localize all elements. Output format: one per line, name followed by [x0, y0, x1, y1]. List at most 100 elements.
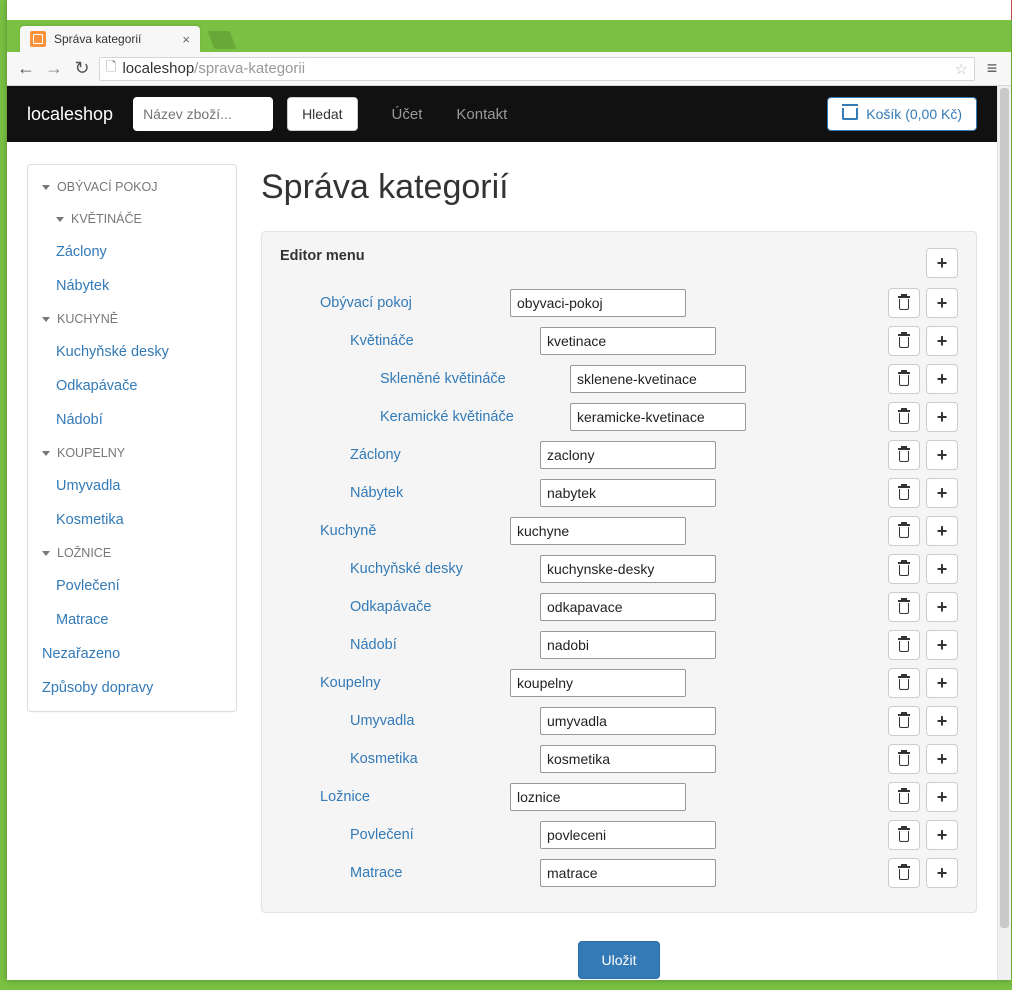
forward-button[interactable]: →	[43, 58, 65, 79]
category-label[interactable]: Umyvadla	[280, 713, 540, 729]
slug-input[interactable]	[540, 859, 716, 887]
add-child-button[interactable]: +	[926, 288, 958, 318]
category-label[interactable]: Kosmetika	[280, 751, 540, 767]
slug-input[interactable]	[540, 555, 716, 583]
chevron-down-icon	[42, 185, 50, 190]
category-label[interactable]: Záclony	[280, 447, 540, 463]
add-root-button[interactable]: +	[926, 248, 958, 278]
sidebar-subsection-title[interactable]: KVĚTINÁČE	[28, 203, 236, 235]
bookmark-star-icon[interactable]: ☆	[955, 60, 968, 78]
slug-input[interactable]	[540, 441, 716, 469]
sidebar-link[interactable]: Odkapávače	[28, 369, 236, 403]
add-child-button[interactable]: +	[926, 782, 958, 812]
tab-close-icon[interactable]: ×	[182, 32, 190, 47]
delete-button[interactable]	[888, 326, 920, 356]
sidebar-section-title[interactable]: KUCHYNĚ	[28, 303, 236, 335]
sidebar-link[interactable]: Způsoby dopravy	[28, 671, 236, 705]
category-label[interactable]: Nádobí	[280, 637, 540, 653]
delete-button[interactable]	[888, 706, 920, 736]
add-child-button[interactable]: +	[926, 744, 958, 774]
sidebar-section-title[interactable]: KOUPELNY	[28, 437, 236, 469]
add-child-button[interactable]: +	[926, 440, 958, 470]
add-child-button[interactable]: +	[926, 364, 958, 394]
category-label[interactable]: Ložnice	[280, 789, 510, 805]
sidebar-section-title[interactable]: LOŽNICE	[28, 537, 236, 569]
save-button[interactable]: Uložit	[578, 941, 659, 979]
category-label[interactable]: Nábytek	[280, 485, 540, 501]
category-label[interactable]: Skleněné květináče	[280, 371, 570, 387]
brand[interactable]: localeshop	[27, 104, 113, 125]
delete-button[interactable]	[888, 820, 920, 850]
add-child-button[interactable]: +	[926, 592, 958, 622]
sidebar-link[interactable]: Kuchyňské desky	[28, 335, 236, 369]
delete-button[interactable]	[888, 592, 920, 622]
add-child-button[interactable]: +	[926, 706, 958, 736]
sidebar-section-title[interactable]: OBÝVACÍ POKOJ	[28, 171, 236, 203]
slug-input[interactable]	[510, 669, 686, 697]
delete-button[interactable]	[888, 440, 920, 470]
category-label[interactable]: Kuchyňské desky	[280, 561, 540, 577]
add-child-button[interactable]: +	[926, 478, 958, 508]
delete-button[interactable]	[888, 630, 920, 660]
category-label[interactable]: Koupelny	[280, 675, 510, 691]
category-label[interactable]: Květináče	[280, 333, 540, 349]
category-label[interactable]: Odkapávače	[280, 599, 540, 615]
add-child-button[interactable]: +	[926, 820, 958, 850]
add-child-button[interactable]: +	[926, 668, 958, 698]
slug-input[interactable]	[540, 479, 716, 507]
category-label[interactable]: Keramické květináče	[280, 409, 570, 425]
sidebar-link[interactable]: Nádobí	[28, 403, 236, 437]
add-child-button[interactable]: +	[926, 326, 958, 356]
slug-input[interactable]	[540, 631, 716, 659]
search-input[interactable]	[133, 97, 273, 131]
delete-button[interactable]	[888, 668, 920, 698]
delete-button[interactable]	[888, 478, 920, 508]
delete-button[interactable]	[888, 744, 920, 774]
delete-button[interactable]	[888, 516, 920, 546]
reload-button[interactable]: ↻	[71, 58, 93, 79]
slug-input[interactable]	[540, 707, 716, 735]
delete-button[interactable]	[888, 288, 920, 318]
cart-button[interactable]: Košík (0,00 Kč)	[827, 97, 977, 131]
add-child-button[interactable]: +	[926, 402, 958, 432]
category-label[interactable]: Matrace	[280, 865, 540, 881]
add-child-button[interactable]: +	[926, 630, 958, 660]
sidebar-link[interactable]: Matrace	[28, 603, 236, 637]
delete-button[interactable]	[888, 782, 920, 812]
slug-input[interactable]	[570, 403, 746, 431]
slug-input[interactable]	[540, 745, 716, 773]
sidebar-link[interactable]: Nezařazeno	[28, 637, 236, 671]
sidebar-link[interactable]: Nábytek	[28, 269, 236, 303]
scrollbar-thumb[interactable]	[1000, 88, 1009, 928]
slug-input[interactable]	[570, 365, 746, 393]
vertical-scrollbar[interactable]	[997, 86, 1011, 980]
new-tab-button[interactable]	[208, 31, 237, 49]
sidebar-link[interactable]: Záclony	[28, 235, 236, 269]
slug-input[interactable]	[540, 327, 716, 355]
delete-button[interactable]	[888, 858, 920, 888]
category-label[interactable]: Kuchyně	[280, 523, 510, 539]
delete-button[interactable]	[888, 554, 920, 584]
category-label[interactable]: Obývací pokoj	[280, 295, 510, 311]
add-child-button[interactable]: +	[926, 554, 958, 584]
sidebar-link[interactable]: Umyvadla	[28, 469, 236, 503]
delete-button[interactable]	[888, 402, 920, 432]
slug-input[interactable]	[540, 593, 716, 621]
nav-contact[interactable]: Kontakt	[456, 106, 507, 123]
browser-menu-button[interactable]: ≡	[981, 58, 1003, 79]
category-label[interactable]: Povlečení	[280, 827, 540, 843]
sidebar-link[interactable]: Povlečení	[28, 569, 236, 603]
slug-input[interactable]	[510, 289, 686, 317]
address-bar[interactable]: 🗋 localeshop/sprava-kategorii ☆	[99, 57, 975, 81]
delete-button[interactable]	[888, 364, 920, 394]
add-child-button[interactable]: +	[926, 516, 958, 546]
add-child-button[interactable]: +	[926, 858, 958, 888]
back-button[interactable]: ←	[15, 58, 37, 79]
search-button[interactable]: Hledat	[287, 97, 357, 131]
nav-account[interactable]: Účet	[392, 106, 423, 123]
slug-input[interactable]	[540, 821, 716, 849]
browser-tab[interactable]: Správa kategorií ×	[20, 26, 200, 52]
sidebar-link[interactable]: Kosmetika	[28, 503, 236, 537]
slug-input[interactable]	[510, 517, 686, 545]
slug-input[interactable]	[510, 783, 686, 811]
